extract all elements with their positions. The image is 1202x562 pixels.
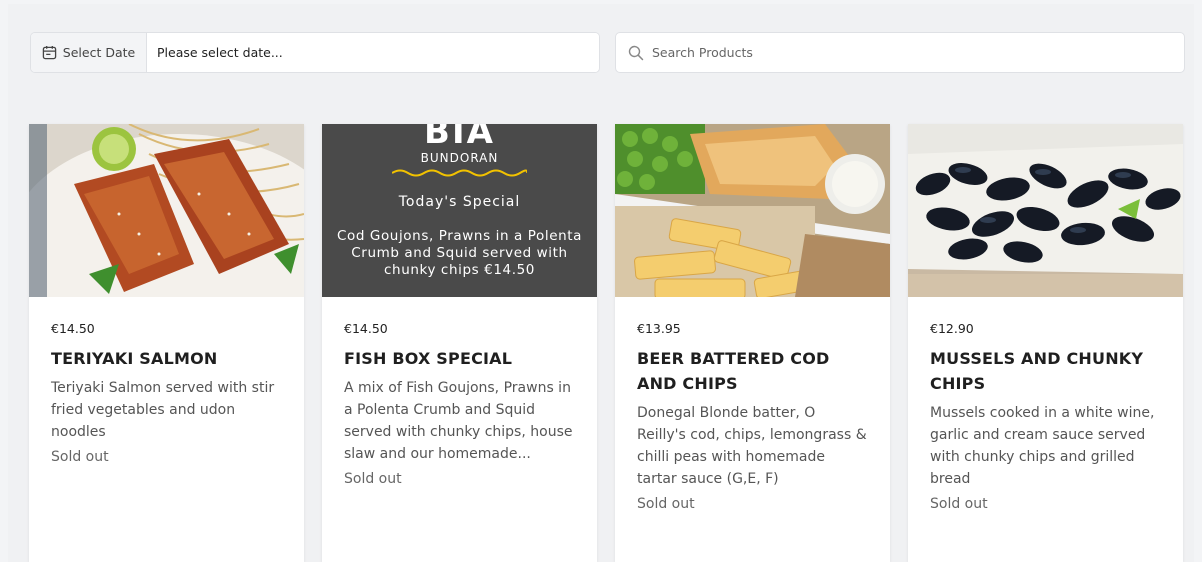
product-title[interactable]: TERIYAKI SALMON [51,346,282,371]
page: Select Date Please select date... Search… [8,4,1194,562]
sold-out-label: Sold out [930,496,988,512]
product-description: Teriyaki Salmon served with stir fried v… [51,380,275,440]
date-picker[interactable]: Select Date [30,32,600,73]
product-description: Donegal Blonde batter, O Reilly's cod, c… [637,405,867,487]
product-description: A mix of Fish Goujons, Prawns in a Polen… [344,380,573,462]
special-location: BUNDORAN [420,151,499,165]
product-title[interactable]: FISH BOX SPECIAL [344,346,575,371]
product-image[interactable] [908,124,1183,297]
special-logo-text: BIA [424,124,495,152]
mussels-photo [908,124,1183,297]
toolbar: Select Date [30,32,1185,73]
product-card-fish-box-special[interactable]: BIA BUNDORAN Today's Special Cod Goujons… [322,124,597,562]
product-image[interactable] [29,124,304,297]
search-box[interactable] [615,32,1185,73]
product-description: Mussels cooked in a white wine, garlic a… [930,405,1155,487]
product-image[interactable] [615,124,890,297]
product-title[interactable]: BEER BATTERED COD AND CHIPS [637,346,868,396]
search-icon [628,45,644,60]
select-date-label: Select Date [62,45,136,60]
product-title[interactable]: MUSSELS AND CHUNKY CHIPS [930,346,1161,396]
product-card-mussels-and-chips[interactable]: €12.90 MUSSELS AND CHUNKY CHIPS Mussels … [908,124,1183,562]
wave-decoration [392,169,527,177]
product-price: €12.90 [930,321,974,336]
special-heading: Today's Special [398,194,521,210]
sold-out-label: Sold out [344,471,402,487]
date-addon[interactable]: Select Date [31,33,147,72]
fish-and-chips-photo [615,124,890,297]
product-card-teriyaki-salmon[interactable]: €14.50 TERIYAKI SALMON Teriyaki Salmon s… [29,124,304,562]
product-price: €13.95 [637,321,681,336]
sold-out-label: Sold out [51,449,109,465]
salmon-photo [29,124,304,297]
product-price: €14.50 [344,321,388,336]
product-image[interactable]: BIA BUNDORAN Today's Special Cod Goujons… [322,124,597,297]
calendar-icon [42,45,57,60]
product-card-beer-battered-cod[interactable]: €13.95 BEER BATTERED COD AND CHIPS Doneg… [615,124,890,562]
product-grid: €14.50 TERIYAKI SALMON Teriyaki Salmon s… [29,124,1183,562]
search-input[interactable] [652,45,1184,60]
product-price: €14.50 [51,321,95,336]
special-body: Cod Goujons, Prawns in a Polenta Crumb a… [336,228,583,278]
sold-out-label: Sold out [637,496,695,512]
date-input[interactable] [147,33,599,72]
